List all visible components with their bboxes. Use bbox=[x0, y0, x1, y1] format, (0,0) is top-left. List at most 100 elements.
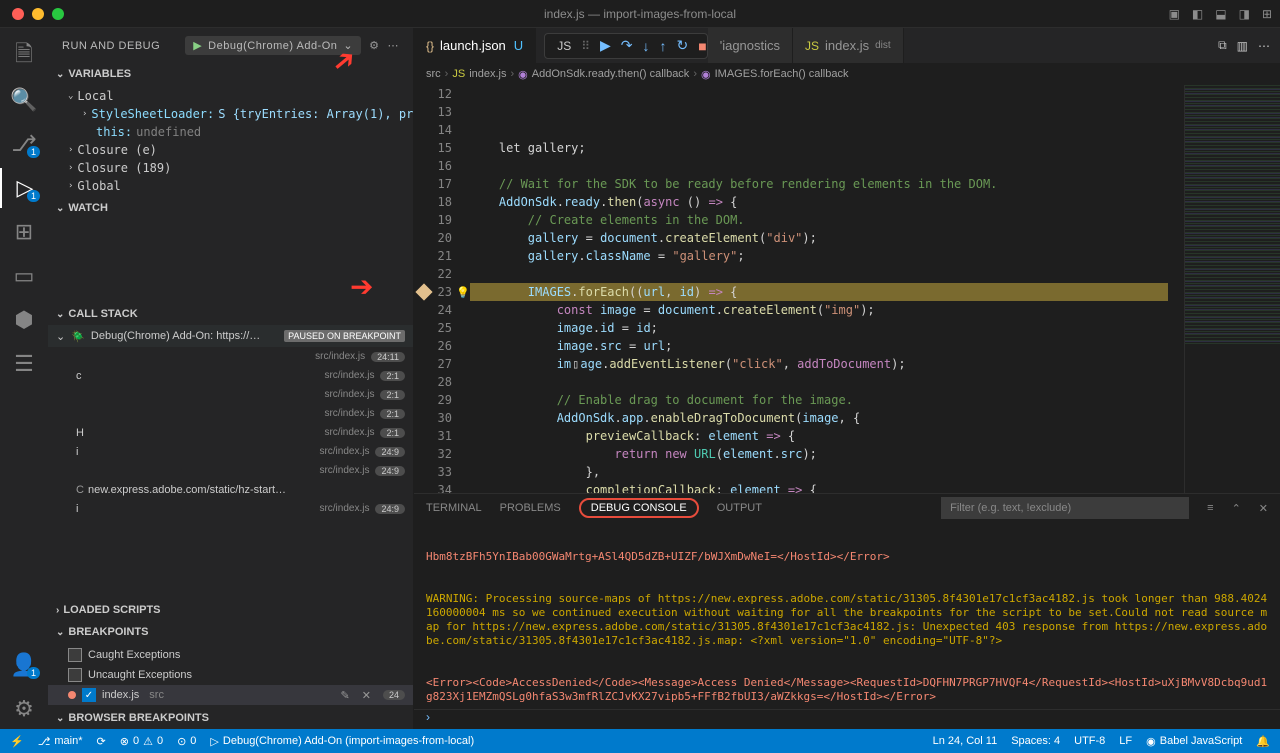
var-this[interactable]: this: undefined bbox=[68, 123, 413, 141]
scope-closure-189[interactable]: ›Closure (189) bbox=[68, 159, 413, 177]
clear-icon-2[interactable]: ⌃ bbox=[1232, 502, 1241, 515]
continue-icon[interactable]: ▶ bbox=[600, 37, 611, 54]
language-mode[interactable]: ◉ Babel JavaScript bbox=[1146, 735, 1242, 748]
errors-indicator[interactable]: ⊗ 0 ⚠ 0 bbox=[120, 735, 163, 748]
layout-icon[interactable]: ▣ bbox=[1169, 7, 1180, 21]
debug-console-output[interactable]: Hbm8tzBFh5YnIBab00GWaMrtg+ASl4QD5dZB+UIZ… bbox=[414, 522, 1280, 709]
callstack-frame[interactable]: isrc/index.js24:9 bbox=[48, 442, 413, 461]
split-editor-icon[interactable]: ▥ bbox=[1237, 39, 1248, 53]
eol[interactable]: LF bbox=[1119, 735, 1132, 747]
console-input[interactable]: › bbox=[414, 709, 1280, 729]
edit-icon[interactable]: ✎ bbox=[341, 689, 350, 702]
stop-icon[interactable]: ■ bbox=[698, 38, 706, 54]
encoding[interactable]: UTF-8 bbox=[1074, 735, 1105, 747]
custom-icon[interactable]: ☰ bbox=[0, 344, 48, 384]
more-actions-icon[interactable]: ⋯ bbox=[1258, 39, 1270, 53]
callstack-frame[interactable]: Hsrc/index.js2:1 bbox=[48, 423, 413, 442]
tab-diagnostics[interactable]: 'iagnostics bbox=[708, 28, 793, 63]
cursor-position[interactable]: Ln 24, Col 11 bbox=[933, 735, 998, 747]
browser-breakpoints-header[interactable]: ⌄BROWSER BREAKPOINTS bbox=[48, 707, 413, 729]
sync-indicator[interactable]: ⟳ bbox=[97, 735, 106, 748]
titlebar-actions: ▣ ◧ ⬓ ◨ ⊞ bbox=[1169, 7, 1272, 21]
scope-global[interactable]: ›Global bbox=[68, 177, 413, 195]
customize-layout-icon[interactable]: ⊞ bbox=[1262, 7, 1272, 21]
filter-input[interactable]: Filter (e.g. text, !exclude) bbox=[941, 497, 1189, 519]
tab-index-js[interactable]: JS index.js dist bbox=[793, 28, 904, 63]
step-into-icon[interactable]: ↓ bbox=[643, 38, 650, 54]
docker-icon[interactable]: ⬢ bbox=[0, 300, 48, 340]
callstack-frame[interactable]: Cnew.express.adobe.com/static/hz-startup… bbox=[48, 480, 413, 499]
session-name: Debug(Chrome) Add-On: https://ne… bbox=[91, 330, 261, 342]
debug-session-indicator[interactable]: ▷ Debug(Chrome) Add-On (import-images-fr… bbox=[210, 735, 474, 748]
callstack-frame[interactable]: csrc/index.js2:1 bbox=[48, 366, 413, 385]
callstack-section-header[interactable]: ⌄CALL STACK bbox=[48, 303, 413, 325]
js-icon: JS bbox=[805, 39, 819, 53]
remove-icon[interactable]: ✕ bbox=[362, 689, 371, 702]
var-stylesheetloader[interactable]: ›StyleSheetLoader: S {tryEntries: Array(… bbox=[68, 105, 413, 123]
minimize-window[interactable] bbox=[32, 8, 44, 20]
step-over-icon[interactable]: ↷ bbox=[621, 37, 633, 54]
bp-line-badge: 24 bbox=[383, 690, 405, 700]
explorer-icon[interactable]: 🗎 bbox=[0, 36, 48, 76]
tab-debug-console[interactable]: DEBUG CONSOLE bbox=[579, 498, 699, 518]
source-control-icon[interactable]: ⎇1 bbox=[0, 124, 48, 164]
traffic-lights bbox=[12, 8, 64, 20]
gear-icon[interactable]: ⚙ bbox=[369, 39, 379, 52]
bp-uncaught-exceptions[interactable]: Uncaught Exceptions bbox=[68, 665, 413, 685]
tab-terminal[interactable]: TERMINAL bbox=[426, 500, 482, 516]
close-panel-icon[interactable]: ✕ bbox=[1259, 502, 1268, 515]
port-indicator[interactable]: ⊙ 0 bbox=[177, 735, 196, 748]
settings-icon[interactable]: ⚙ bbox=[0, 689, 48, 729]
breadcrumb[interactable]: src› JS index.js› ◉ AddOnSdk.ready.then(… bbox=[414, 63, 1280, 85]
lightbulb-icon[interactable]: 💡 bbox=[456, 284, 470, 302]
minimap[interactable] bbox=[1184, 85, 1280, 493]
debug-config-name: Debug(Chrome) Add-On bbox=[208, 40, 337, 52]
indentation[interactable]: Spaces: 4 bbox=[1011, 735, 1060, 747]
panel-bottom-icon[interactable]: ⬓ bbox=[1215, 7, 1226, 21]
remote-indicator[interactable]: ⚡ bbox=[10, 735, 24, 748]
run-debug-icon[interactable]: ▷1 bbox=[0, 168, 48, 208]
panel-left-icon[interactable]: ◧ bbox=[1192, 7, 1203, 21]
accounts-icon[interactable]: 👤1 bbox=[0, 645, 48, 685]
extensions-icon[interactable]: ⊞ bbox=[0, 212, 48, 252]
scope-closure-e[interactable]: ›Closure (e) bbox=[68, 141, 413, 159]
watch-section-header[interactable]: ⌄WATCH bbox=[48, 197, 413, 219]
code-content[interactable]: let gallery; // Wait for the SDK to be r… bbox=[470, 85, 1184, 493]
notifications-icon[interactable]: 🔔 bbox=[1256, 735, 1270, 748]
checkbox[interactable]: ✓ bbox=[82, 688, 96, 702]
close-window[interactable] bbox=[12, 8, 24, 20]
checkbox[interactable] bbox=[68, 668, 82, 682]
compare-icon[interactable]: ⧉ bbox=[1218, 38, 1227, 53]
remote-icon[interactable]: ▭ bbox=[0, 256, 48, 296]
loaded-scripts-header[interactable]: ›LOADED SCRIPTS bbox=[48, 599, 413, 621]
callstack-frame[interactable]: src/index.js2:1 bbox=[48, 385, 413, 404]
bp-caught-exceptions[interactable]: Caught Exceptions bbox=[68, 645, 413, 665]
more-icon[interactable]: ⋯ bbox=[388, 39, 400, 52]
bp-dir: src bbox=[149, 689, 164, 701]
maximize-window[interactable] bbox=[52, 8, 64, 20]
branch-indicator[interactable]: ⎇ main* bbox=[38, 735, 83, 748]
callstack-frame[interactable]: src/index.js2:1 bbox=[48, 404, 413, 423]
step-out-icon[interactable]: ↑ bbox=[660, 38, 667, 54]
console-line: Hbm8tzBFh5YnIBab00GWaMrtg+ASl4QD5dZB+UIZ… bbox=[426, 550, 1268, 564]
restart-icon[interactable]: ↻ bbox=[677, 37, 689, 54]
tab-launch-json[interactable]: {} launch.json U bbox=[414, 28, 536, 63]
panel-settings-icon[interactable]: ≡ bbox=[1207, 502, 1213, 514]
callstack-frame[interactable]: src/index.js24:9 bbox=[48, 461, 413, 480]
code-editor[interactable]: 1213141516171819202122232425262728293031… bbox=[414, 85, 1280, 493]
titlebar: index.js — import-images-from-local ▣ ◧ … bbox=[0, 0, 1280, 28]
callstack-frame[interactable]: src/index.js24:11 bbox=[48, 347, 413, 366]
tab-output[interactable]: OUTPUT bbox=[717, 500, 762, 516]
bp-file[interactable]: ✓ index.js src ✎ ✕ 24 bbox=[48, 685, 413, 705]
tab-problems[interactable]: PROBLEMS bbox=[500, 500, 561, 516]
callstack-frame[interactable]: isrc/index.js24:9 bbox=[48, 499, 413, 518]
panel-right-icon[interactable]: ◨ bbox=[1239, 7, 1250, 21]
checkbox[interactable] bbox=[68, 648, 82, 662]
scope-local[interactable]: ⌄Local bbox=[68, 87, 413, 105]
editor-actions: ⧉ ▥ ⋯ bbox=[1208, 28, 1280, 63]
search-icon[interactable]: 🔍 bbox=[0, 80, 48, 120]
variables-section-header[interactable]: ⌄VARIABLES bbox=[48, 63, 413, 85]
debug-config-selector[interactable]: ▶ Debug(Chrome) Add-On ⌄ bbox=[185, 36, 361, 55]
callstack-session[interactable]: ⌄ 🪲 Debug(Chrome) Add-On: https://ne… PA… bbox=[48, 325, 413, 347]
breakpoints-header[interactable]: ⌄BREAKPOINTS bbox=[48, 621, 413, 643]
